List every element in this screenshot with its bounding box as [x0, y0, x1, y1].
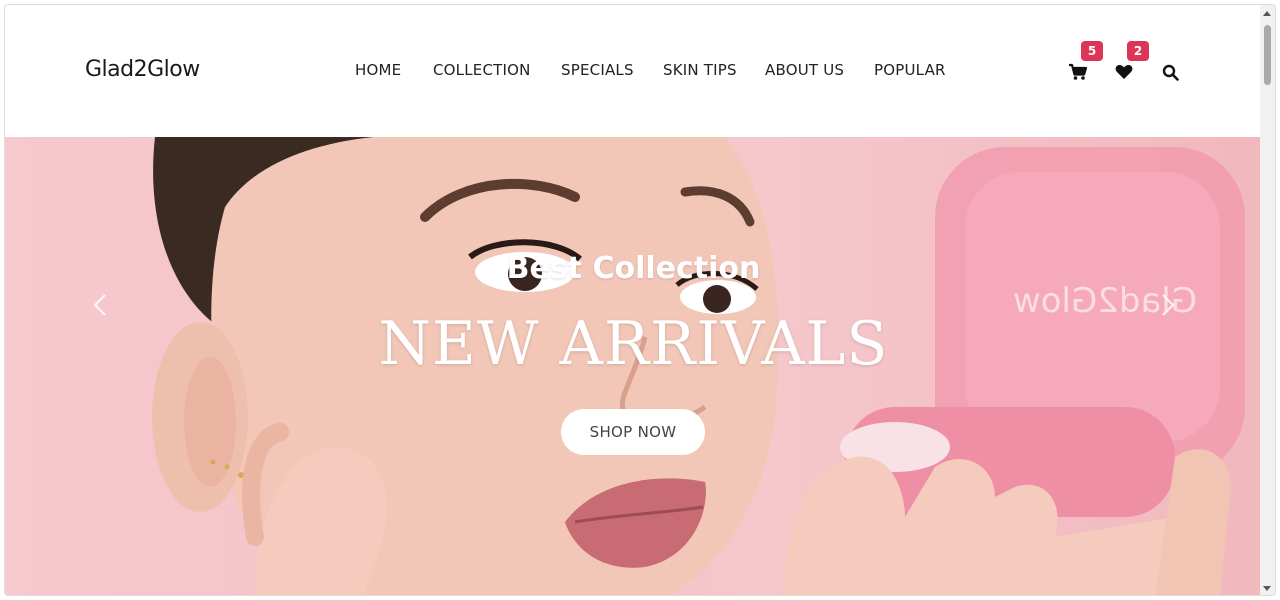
nav-item-specials[interactable]: SPECIALS: [561, 61, 634, 79]
wishlist-button[interactable]: 2: [1113, 41, 1149, 83]
cart-count-badge: 5: [1081, 41, 1103, 61]
scroll-thumb[interactable]: [1264, 25, 1271, 85]
carousel-next-button[interactable]: [1157, 287, 1179, 323]
cart-icon: [1069, 63, 1088, 80]
nav-item-skin-tips[interactable]: SKIN TIPS: [663, 61, 737, 79]
browser-viewport: Glad2Glow HOME COLLECTION SPECIALS SKIN …: [4, 4, 1276, 596]
heart-icon: [1115, 64, 1133, 79]
cart-button[interactable]: 5: [1067, 41, 1103, 83]
search-icon: [1162, 64, 1179, 81]
shop-now-button[interactable]: SHOP NOW: [561, 409, 705, 455]
nav-item-collection[interactable]: COLLECTION: [433, 61, 531, 79]
page-scrollbar[interactable]: [1260, 5, 1275, 595]
site-header: Glad2Glow HOME COLLECTION SPECIALS SKIN …: [5, 5, 1262, 137]
nav-item-home[interactable]: HOME: [355, 61, 401, 79]
chevron-right-icon: [1162, 294, 1175, 316]
hero-title: NEW ARRIVALS: [378, 309, 889, 379]
scroll-up-arrow[interactable]: [1263, 11, 1271, 16]
carousel-prev-button[interactable]: [89, 287, 111, 323]
nav-item-popular[interactable]: POPULAR: [874, 61, 946, 79]
chevron-left-icon: [93, 294, 106, 316]
hero-carousel: Glad2Glow Best Collection NEW ARRIVALS S…: [5, 137, 1262, 595]
nav-item-about-us[interactable]: ABOUT US: [765, 61, 844, 79]
wishlist-count-badge: 2: [1127, 41, 1149, 61]
hero-subtitle: Best Collection: [506, 251, 761, 286]
scroll-down-arrow[interactable]: [1263, 586, 1271, 591]
search-button[interactable]: [1159, 61, 1181, 83]
